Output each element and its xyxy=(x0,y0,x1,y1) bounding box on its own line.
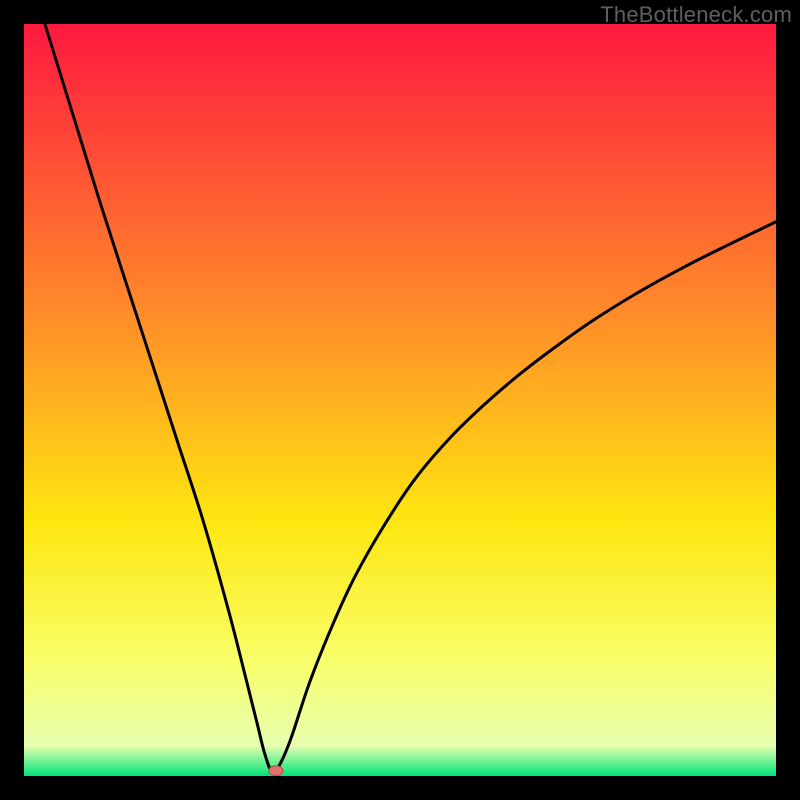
plot-area xyxy=(24,24,776,776)
watermark-text: TheBottleneck.com xyxy=(600,2,792,28)
optimum-marker xyxy=(269,766,283,776)
gradient-background xyxy=(24,24,776,776)
bottleneck-chart xyxy=(24,24,776,776)
chart-frame: TheBottleneck.com xyxy=(0,0,800,800)
